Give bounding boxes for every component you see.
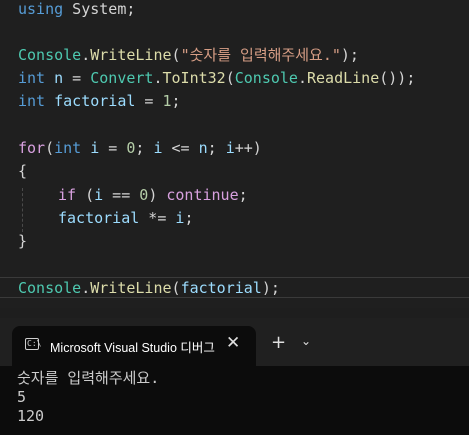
string-token: "숫자를 입력해주세요.": [180, 46, 341, 64]
class-token: Convert: [90, 69, 154, 87]
punct-token: <=: [162, 139, 199, 157]
chevron-down-icon[interactable]: ⌄: [301, 334, 311, 348]
terminal-tab-bar: C:\ Microsoft Visual Studio 디버그 ✕ + ⌄: [0, 318, 469, 366]
code-line-8[interactable]: factorial *= i;: [58, 207, 193, 230]
variable-token: factorial: [54, 92, 136, 110]
keyword-token: int: [18, 92, 46, 110]
variable-token: n: [198, 139, 208, 157]
variable-token: i: [94, 186, 104, 204]
class-token: Console: [234, 69, 298, 87]
tab-debug-console[interactable]: C:\ Microsoft Visual Studio 디버그 ✕: [12, 326, 256, 366]
variable-token: factorial: [180, 279, 262, 297]
code-line-7[interactable]: if (i == 0) continue;: [58, 184, 248, 207]
punct-token: (: [171, 46, 181, 64]
variable-token: n: [54, 69, 64, 87]
code-line-4[interactable]: int factorial = 1;: [18, 90, 181, 113]
punct-token: );: [340, 46, 359, 64]
class-token: Console: [18, 279, 82, 297]
punct-token: ;: [135, 139, 154, 157]
control-keyword-token: continue: [166, 186, 239, 204]
code-line-1[interactable]: using System;: [18, 0, 135, 21]
punct-token: ;: [184, 209, 194, 227]
code-line-5[interactable]: for(int i = 0; i <= n; i++): [18, 137, 262, 160]
punct-token: (: [76, 186, 95, 204]
punct-token: ;: [207, 139, 226, 157]
punct-token: ());: [379, 69, 416, 87]
method-token: ReadLine: [307, 69, 380, 87]
punct-token: =: [99, 139, 127, 157]
console-icon: C:\: [25, 338, 42, 350]
variable-token: i: [90, 139, 100, 157]
variable-token: i: [153, 139, 163, 157]
console-output-line: 120: [17, 407, 45, 425]
brace-token: {: [18, 162, 28, 180]
number-token: 1: [162, 92, 172, 110]
method-token: WriteLine: [90, 46, 172, 64]
code-line-10[interactable]: Console.WriteLine(factorial);: [18, 277, 280, 300]
console-output-line: 5: [17, 388, 27, 406]
punct-token: .: [297, 69, 307, 87]
punct-token: (: [45, 139, 55, 157]
method-token: ToInt32: [162, 69, 226, 87]
class-token: Console: [18, 46, 82, 64]
punct-token: (: [225, 69, 235, 87]
code-line-6[interactable]: {: [18, 160, 27, 183]
keyword-token: int: [54, 139, 82, 157]
punct-token: .: [81, 279, 91, 297]
new-tab-button[interactable]: +: [271, 332, 286, 353]
method-token: WriteLine: [90, 279, 172, 297]
variable-token: factorial: [58, 209, 140, 227]
control-keyword-token: for: [18, 139, 46, 157]
console-icon-text: C:\: [27, 339, 42, 348]
brace-token: }: [18, 232, 28, 250]
code-editor[interactable]: using System; Console.WriteLine("숫자를 입력해…: [0, 0, 469, 308]
keyword-token: int: [18, 69, 46, 87]
tab-title: Microsoft Visual Studio 디버그: [50, 341, 215, 355]
punct-token: (: [171, 279, 181, 297]
variable-token: i: [225, 139, 235, 157]
punct-token: .: [153, 69, 163, 87]
punct-token: *=: [139, 209, 176, 227]
punct-token: ;: [238, 186, 248, 204]
close-icon[interactable]: ✕: [226, 333, 240, 353]
number-token: 0: [139, 186, 149, 204]
console-output-line: 숫자를 입력해주세요.: [17, 369, 160, 387]
code-line-9[interactable]: }: [18, 230, 27, 253]
code-line-3[interactable]: int n = Convert.ToInt32(Console.ReadLine…: [18, 67, 415, 90]
keyword-token: using: [18, 0, 64, 18]
control-keyword-token: if: [58, 186, 77, 204]
indent-guide: [22, 188, 23, 232]
punct-token: .: [81, 46, 91, 64]
punct-token: );: [261, 279, 280, 297]
code-line-2[interactable]: Console.WriteLine("숫자를 입력해주세요.");: [18, 44, 359, 67]
punct-token: ): [148, 186, 167, 204]
punct-token: ++): [234, 139, 262, 157]
text-token: System;: [63, 0, 136, 18]
punct-token: ;: [171, 92, 181, 110]
punct-token: =: [63, 69, 91, 87]
punct-token: ==: [103, 186, 140, 204]
punct-token: =: [135, 92, 163, 110]
debug-console-window[interactable]: C:\ Microsoft Visual Studio 디버그 ✕ + ⌄ 숫자…: [0, 318, 469, 435]
